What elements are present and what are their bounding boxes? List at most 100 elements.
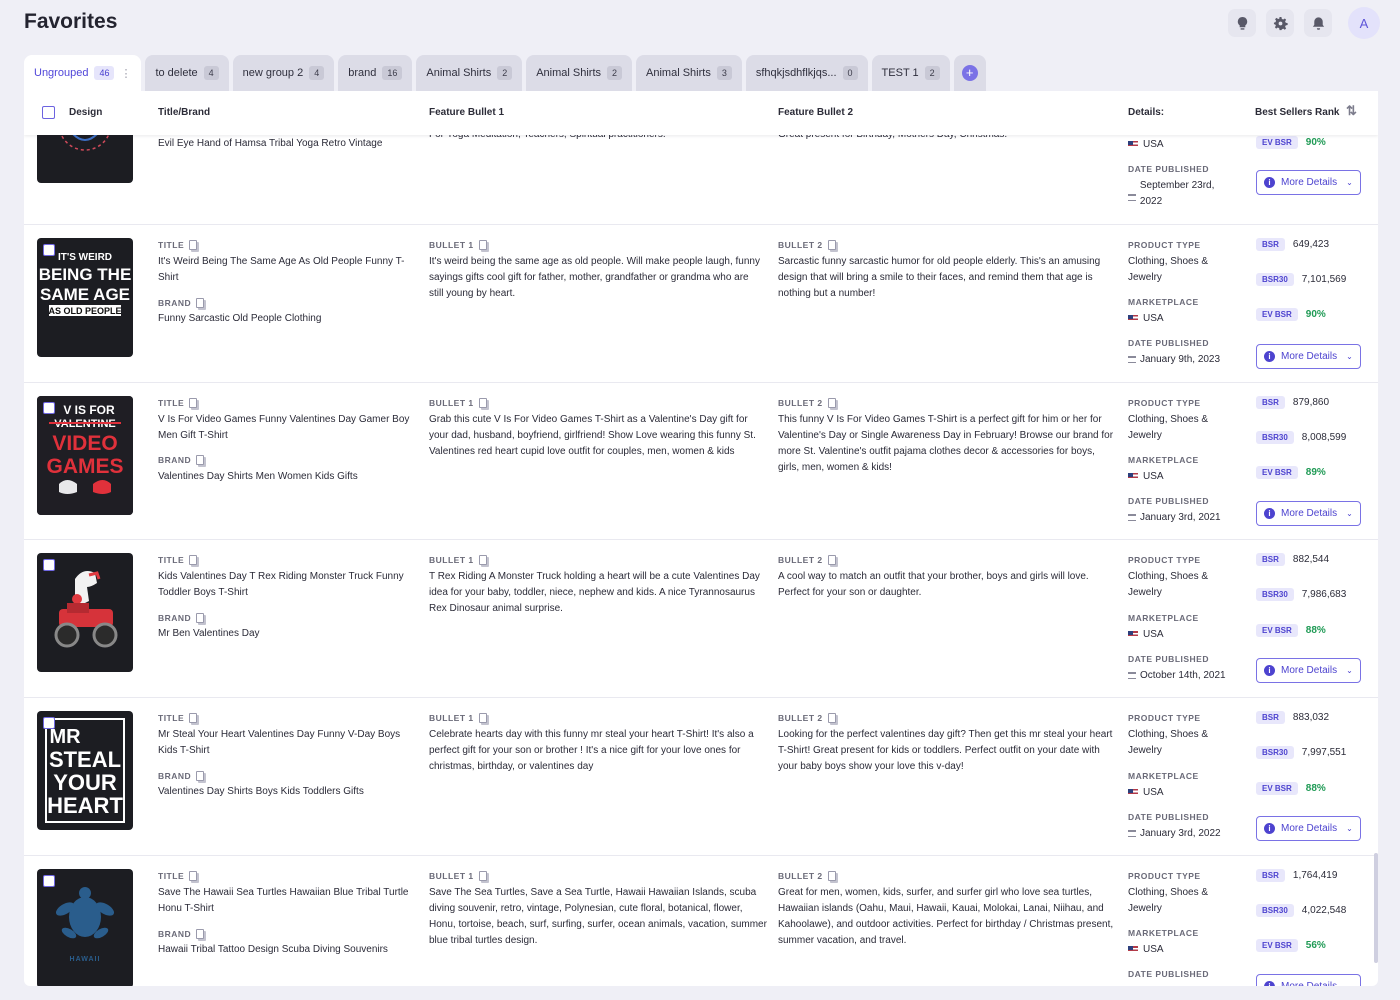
bullet-2-label: BULLET 2: [778, 871, 836, 881]
tab-sfhqkjsdhflkjqs[interactable]: sfhqkjsdhflkjqs... 0: [745, 55, 868, 91]
row-checkbox[interactable]: [43, 875, 55, 887]
design-text: VIDEO: [52, 432, 117, 455]
ev-bsr-badge: EV BSR: [1256, 308, 1298, 321]
copy-icon[interactable]: [189, 398, 198, 408]
row-checkbox[interactable]: [43, 244, 55, 256]
product-type-value: Clothing, Shoes & Jewelry: [1128, 887, 1209, 914]
design-thumbnail[interactable]: MR STEAL YOUR HEART: [37, 711, 133, 830]
sort-icon[interactable]: ⇅: [1346, 103, 1357, 119]
date-published-label: DATE PUBLISHED: [1128, 654, 1209, 664]
design-text: V IS FOR: [63, 403, 115, 417]
marketplace-value: USA: [1128, 942, 1164, 958]
bsr-value: 882,544: [1292, 554, 1330, 565]
tab-test-1[interactable]: TEST 1 2: [871, 55, 950, 91]
kebab-menu-icon[interactable]: ⋮: [120, 67, 131, 80]
chevron-down-icon: ⌄: [1346, 824, 1353, 833]
tab-brand[interactable]: brand 16: [338, 55, 413, 91]
product-title: Save The Hawaii Sea Turtles Hawaiian Blu…: [158, 887, 409, 914]
copy-icon[interactable]: [196, 298, 205, 308]
copy-icon[interactable]: [189, 555, 198, 565]
design-thumbnail[interactable]: V IS FOR VALENTINE VIDEO GAMES: [37, 396, 133, 515]
bsr-row: BSR 882,544: [1256, 553, 1329, 566]
tab-ungrouped[interactable]: Ungrouped 46 ⋮: [24, 55, 142, 91]
copy-icon[interactable]: [196, 771, 205, 781]
tab-to-delete[interactable]: to delete 4: [145, 55, 229, 91]
copy-icon[interactable]: [478, 555, 487, 565]
column-header-bullet-1[interactable]: Feature Bullet 1: [429, 107, 504, 118]
more-details-button[interactable]: iMore Details⌄: [1256, 170, 1361, 195]
bsr-value: 879,860: [1292, 397, 1330, 408]
column-header-details[interactable]: Details:: [1128, 107, 1164, 118]
design-thumbnail[interactable]: [37, 553, 133, 672]
copy-icon[interactable]: [478, 871, 487, 881]
copy-icon[interactable]: [827, 713, 836, 723]
copy-icon[interactable]: [196, 613, 205, 623]
row-checkbox[interactable]: [43, 402, 55, 414]
copy-icon[interactable]: [478, 398, 487, 408]
product-title: Mr Steal Your Heart Valentines Day Funny…: [158, 729, 401, 756]
more-details-button[interactable]: iMore Details⌄: [1256, 816, 1361, 841]
design-thumbnail[interactable]: IT'S WEIRD BEING THE SAME AGE AS OLD PEO…: [37, 238, 133, 357]
ev-bsr-row: EV BSR 56%: [1256, 939, 1326, 952]
lightbulb-icon[interactable]: [1228, 9, 1256, 37]
copy-icon[interactable]: [189, 713, 198, 723]
design-text: HEART: [47, 793, 123, 818]
design-text: IT'S WEIRD: [58, 252, 112, 263]
product-type-label: PRODUCT TYPE: [1128, 555, 1201, 565]
bullet-2-text: Looking for the perfect valentines day g…: [778, 729, 1113, 772]
info-icon: i: [1264, 177, 1275, 188]
title-label: TITLE: [158, 555, 198, 565]
column-header-design[interactable]: Design: [69, 107, 102, 118]
design-thumbnail[interactable]: HAWAII: [37, 869, 133, 986]
more-details-button[interactable]: iMore Details⌄: [1256, 344, 1361, 369]
ev-bsr-value: 89%: [1305, 467, 1326, 478]
tab-animal-shirts-1[interactable]: Animal Shirts 2: [416, 55, 523, 91]
gear-icon[interactable]: [1266, 9, 1294, 37]
copy-icon[interactable]: [827, 240, 836, 250]
marketplace-label: MARKETPLACE: [1128, 613, 1199, 623]
bsr-value: 1,764,419: [1292, 870, 1338, 881]
select-all-checkbox[interactable]: [42, 106, 55, 119]
us-flag-icon: [1128, 314, 1138, 322]
column-header-title-brand[interactable]: Title/Brand: [158, 107, 210, 118]
title-label: TITLE: [158, 398, 198, 408]
bsr30-value: 7,997,551: [1301, 747, 1347, 758]
brand-name: Valentines Day Shirts Men Women Kids Gif…: [158, 471, 358, 482]
tab-animal-shirts-3[interactable]: Animal Shirts 3: [636, 55, 742, 91]
more-details-button[interactable]: iMore Details⌄: [1256, 974, 1361, 986]
bsr30-value: 8,008,599: [1301, 432, 1347, 443]
marketplace-value: USA: [1128, 469, 1164, 485]
chevron-down-icon: ⌄: [1346, 178, 1353, 187]
marketplace-label: MARKETPLACE: [1128, 771, 1199, 781]
row-checkbox[interactable]: [43, 717, 55, 729]
product-type-label: PRODUCT TYPE: [1128, 398, 1201, 408]
copy-icon[interactable]: [196, 455, 205, 465]
copy-icon[interactable]: [189, 871, 198, 881]
tab-label: Animal Shirts: [536, 67, 601, 79]
copy-icon[interactable]: [827, 555, 836, 565]
copy-icon[interactable]: [478, 713, 487, 723]
copy-icon[interactable]: [827, 871, 836, 881]
tab-animal-shirts-2[interactable]: Animal Shirts 2: [526, 55, 633, 91]
brand-name: Funny Sarcastic Old People Clothing: [158, 313, 322, 324]
column-header-bsr[interactable]: Best Sellers Rank: [1255, 107, 1340, 118]
avatar[interactable]: A: [1348, 7, 1380, 39]
copy-icon[interactable]: [196, 929, 205, 939]
copy-icon[interactable]: [189, 240, 198, 250]
row-checkbox[interactable]: [43, 559, 55, 571]
add-group-button[interactable]: +: [953, 55, 986, 91]
more-details-button[interactable]: iMore Details⌄: [1256, 658, 1361, 683]
copy-icon[interactable]: [478, 240, 487, 250]
bell-icon[interactable]: [1304, 9, 1332, 37]
more-details-button[interactable]: iMore Details⌄: [1256, 501, 1361, 526]
bsr-badge: BSR: [1256, 711, 1285, 724]
ev-bsr-badge: EV BSR: [1256, 624, 1298, 637]
tab-new-group-2[interactable]: new group 2 4: [232, 55, 335, 91]
brand-label: BRAND: [158, 455, 205, 465]
date-published-label: DATE PUBLISHED: [1128, 164, 1209, 174]
bsr-badge: BSR: [1256, 396, 1285, 409]
column-header-bullet-2[interactable]: Feature Bullet 2: [778, 107, 853, 118]
copy-icon[interactable]: [827, 398, 836, 408]
scrollbar[interactable]: [1374, 853, 1378, 963]
bsr-badge: BSR: [1256, 238, 1285, 251]
